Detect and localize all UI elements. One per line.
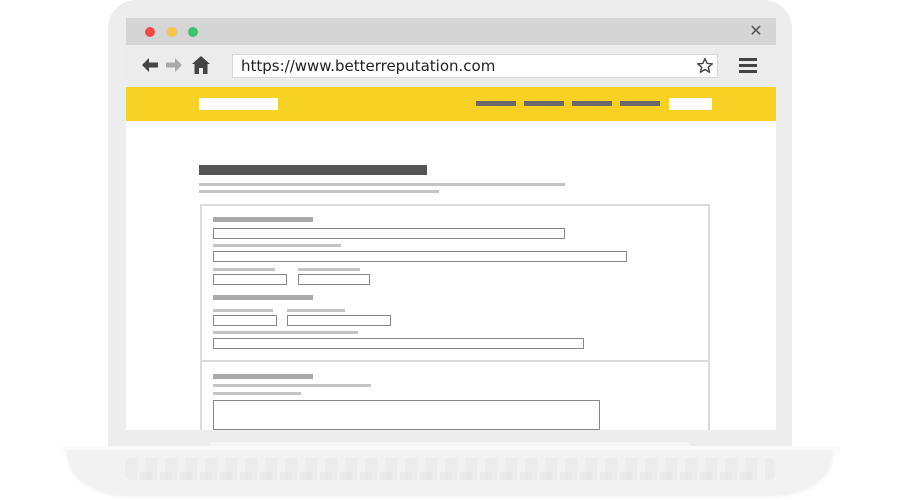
text-input-field[interactable] bbox=[213, 251, 627, 262]
section-heading-placeholder bbox=[213, 295, 313, 300]
text-input-field[interactable] bbox=[287, 315, 391, 326]
field-label-placeholder bbox=[213, 384, 371, 387]
site-header bbox=[126, 87, 776, 121]
window-titlebar: ✕ bbox=[126, 18, 776, 45]
hamburger-menu-icon[interactable] bbox=[739, 58, 757, 73]
text-input-field[interactable] bbox=[213, 338, 584, 349]
site-nav-item-1[interactable] bbox=[476, 101, 516, 106]
keyboard-keys-row bbox=[140, 472, 760, 480]
address-bar[interactable]: https://www.betterreputation.com bbox=[232, 54, 718, 78]
text-input-field[interactable] bbox=[213, 274, 287, 285]
site-cta-button-placeholder[interactable] bbox=[669, 98, 712, 110]
forward-arrow-icon[interactable] bbox=[163, 53, 185, 77]
close-icon[interactable]: ✕ bbox=[746, 21, 766, 41]
text-input-field[interactable] bbox=[213, 315, 277, 326]
field-label-placeholder bbox=[213, 331, 358, 334]
text-input-field[interactable] bbox=[213, 228, 565, 239]
field-label-placeholder bbox=[298, 268, 360, 271]
text-input-field[interactable] bbox=[298, 274, 370, 285]
back-arrow-icon[interactable] bbox=[139, 53, 161, 77]
intro-text-line bbox=[199, 190, 439, 193]
url-text[interactable]: https://www.betterreputation.com bbox=[241, 55, 495, 77]
textarea-field[interactable] bbox=[213, 400, 600, 430]
browser-window: ✕ https://www.betterreputation.com bbox=[126, 18, 776, 430]
field-label-placeholder bbox=[213, 244, 341, 247]
section-heading-placeholder bbox=[213, 374, 313, 379]
browser-toolbar: https://www.betterreputation.com bbox=[126, 45, 776, 87]
field-label-placeholder bbox=[287, 309, 345, 312]
minimize-window-dot[interactable] bbox=[167, 27, 177, 37]
intro-text-line bbox=[199, 183, 565, 186]
site-nav-item-3[interactable] bbox=[572, 101, 612, 106]
close-window-dot[interactable] bbox=[145, 27, 155, 37]
home-icon[interactable] bbox=[190, 53, 212, 77]
maximize-window-dot[interactable] bbox=[188, 27, 198, 37]
field-label-placeholder bbox=[213, 268, 275, 271]
section-heading-placeholder bbox=[213, 217, 313, 222]
site-nav-item-4[interactable] bbox=[620, 101, 660, 106]
site-logo-placeholder[interactable] bbox=[199, 98, 278, 110]
field-label-placeholder bbox=[213, 309, 273, 312]
site-nav-item-2[interactable] bbox=[524, 101, 564, 106]
field-label-placeholder bbox=[213, 392, 301, 395]
page-title-placeholder bbox=[199, 165, 427, 175]
bookmark-star-icon[interactable] bbox=[695, 55, 715, 77]
